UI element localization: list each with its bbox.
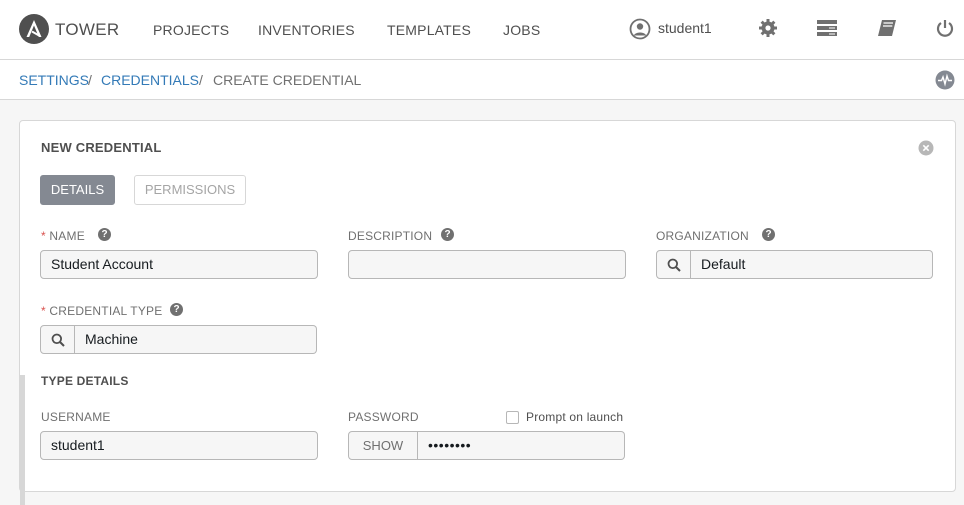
credential-type-input[interactable]: Machine: [75, 325, 317, 354]
power-icon[interactable]: [935, 18, 955, 38]
credential-type-lookup-button[interactable]: [40, 325, 75, 354]
name-label: * NAME: [41, 229, 85, 243]
description-input[interactable]: [348, 250, 626, 279]
organization-label: ORGANIZATION: [656, 229, 749, 243]
organization-input[interactable]: Default: [691, 250, 933, 279]
help-icon[interactable]: ?: [98, 228, 111, 241]
breadcrumb-separator: /: [199, 72, 203, 88]
credential-type-label-text: CREDENTIAL TYPE: [49, 304, 163, 318]
top-navbar: TOWER PROJECTS INVENTORIES TEMPLATES JOB…: [0, 0, 964, 60]
type-details-bar: [20, 375, 25, 505]
close-icon[interactable]: [918, 140, 934, 156]
help-icon[interactable]: ?: [762, 228, 775, 241]
credential-type-label: * CREDENTIAL TYPE: [41, 304, 162, 318]
nav-projects[interactable]: PROJECTS: [153, 22, 229, 38]
name-input[interactable]: Student Account: [40, 250, 318, 279]
brand-name[interactable]: TOWER: [55, 20, 119, 40]
description-label: DESCRIPTION: [348, 229, 433, 243]
username: student1: [658, 20, 712, 36]
book-icon[interactable]: [876, 18, 898, 38]
breadcrumb-settings[interactable]: SETTINGS: [19, 72, 89, 88]
gear-icon[interactable]: [758, 18, 778, 38]
search-icon: [51, 333, 65, 347]
search-icon: [667, 258, 681, 272]
breadcrumb-credentials[interactable]: CREDENTIALS: [101, 72, 199, 88]
show-password-button[interactable]: SHOW: [348, 431, 418, 460]
name-label-text: NAME: [49, 229, 85, 243]
tab-details[interactable]: DETAILS: [40, 175, 115, 205]
type-details-title: TYPE DETAILS: [41, 374, 129, 388]
prompt-on-launch-checkbox[interactable]: [506, 411, 519, 424]
breadcrumb-current: CREATE CREDENTIAL: [213, 72, 362, 88]
nav-inventories[interactable]: INVENTORIES: [258, 22, 355, 38]
credential-form-panel: NEW CREDENTIAL DETAILS PERMISSIONS * NAM…: [19, 120, 956, 505]
organization-lookup-button[interactable]: [656, 250, 691, 279]
portal-icon[interactable]: [816, 18, 838, 38]
breadcrumb-separator: /: [88, 72, 92, 88]
prompt-on-launch-label[interactable]: Prompt on launch: [526, 410, 623, 424]
nav-jobs[interactable]: JOBS: [503, 22, 540, 38]
required-mark: *: [41, 229, 46, 243]
tab-permissions[interactable]: PERMISSIONS: [134, 175, 246, 205]
password-input[interactable]: ••••••••: [418, 431, 625, 460]
help-icon[interactable]: ?: [170, 303, 183, 316]
username-label: USERNAME: [41, 410, 111, 424]
activity-stream-icon[interactable]: [935, 70, 955, 90]
user-icon: [629, 18, 651, 40]
breadcrumb: SETTINGS / CREDENTIALS / CREATE CREDENTI…: [0, 60, 964, 100]
help-icon[interactable]: ?: [441, 228, 454, 241]
username-input[interactable]: student1: [40, 431, 318, 460]
form-title: NEW CREDENTIAL: [41, 140, 162, 155]
password-label: PASSWORD: [348, 410, 419, 424]
ansible-logo-icon[interactable]: [19, 14, 49, 44]
required-mark: *: [41, 304, 46, 318]
nav-templates[interactable]: TEMPLATES: [387, 22, 471, 38]
